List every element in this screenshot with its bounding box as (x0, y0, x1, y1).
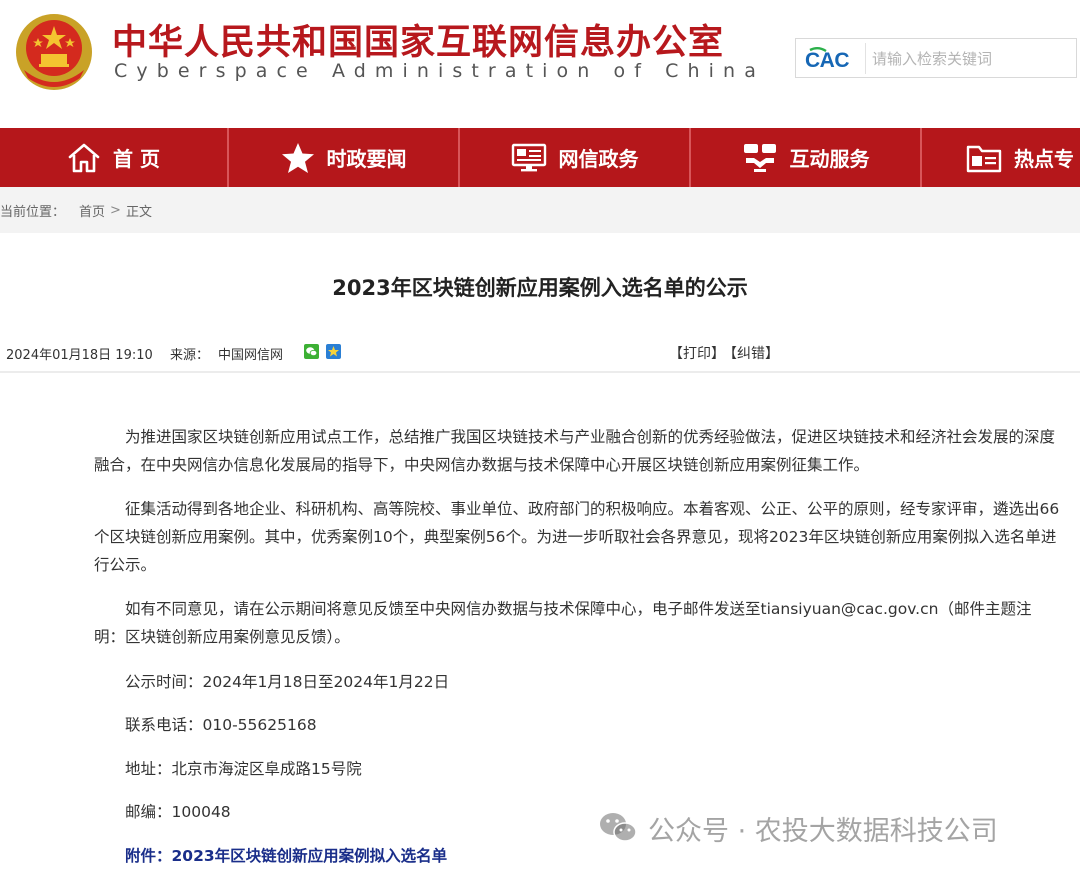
search-input[interactable] (870, 41, 1074, 77)
contact-address: 地址：北京市海淀区阜成路15号院 (125, 760, 362, 778)
main-nav: 首 页 时政要闻 网信政务 互动服务 热点专 (0, 128, 1080, 187)
article-meta: 2024年01月18日 19:10 来源： 中国网信网 【打印】 【纠错】 (6, 340, 1080, 364)
site-title-cn[interactable]: 中华人民共和国国家互联网信息办公室 (112, 14, 724, 65)
source-value: 中国网信网 (218, 348, 284, 363)
source-label: 来源： (170, 348, 210, 363)
breadcrumb-prefix: 当前位置： (0, 204, 66, 220)
nav-label: 首 页 (113, 147, 160, 171)
correction-link[interactable]: 【纠错】 (723, 343, 779, 363)
nav-label: 时政要闻 (326, 147, 407, 171)
paragraph: 如有不同意见，请在公示期间将意见反馈至中央网信办数据与技术保障中心，电子邮件发送… (94, 600, 1032, 646)
postcode: 邮编：100048 (125, 803, 231, 821)
site-title-en: Cyberspace Administration of China (114, 60, 765, 82)
watermark: 公众号 · 农投大数据科技公司 (598, 808, 998, 848)
breadcrumb: 当前位置： 首页 > 正文 (0, 187, 1080, 233)
nav-item-interactive-services[interactable]: 互动服务 (691, 128, 922, 187)
nav-item-government-affairs[interactable]: 网信政务 (460, 128, 691, 187)
cac-logo-text: CAC (805, 49, 849, 71)
nav-label: 网信政务 (558, 147, 639, 171)
attachment-link[interactable]: 附件：2023年区块链创新应用案例拟入选名单 (125, 842, 447, 870)
nav-item-hot-topics[interactable]: 热点专 (922, 128, 1080, 187)
search-divider (865, 43, 866, 74)
print-link[interactable]: 【打印】 (669, 343, 725, 363)
favorite-share-icon[interactable] (326, 344, 341, 359)
nav-label: 热点专 (1014, 147, 1074, 171)
publicity-time: 公示时间：2024年1月18日至2024年1月22日 (125, 673, 450, 691)
national-emblem-icon[interactable] (14, 12, 94, 92)
breadcrumb-current: 正文 (125, 204, 152, 220)
search-box: CAC (795, 38, 1077, 78)
folder-icon (966, 145, 1002, 172)
screen-icon (511, 143, 546, 171)
cac-logo-icon: CAC (805, 47, 850, 71)
nav-label: 互动服务 (789, 147, 870, 171)
breadcrumb-separator: > (110, 202, 121, 218)
handshake-icon (743, 143, 776, 172)
breadcrumb-home-link[interactable]: 首页 (79, 201, 105, 220)
nav-item-home[interactable]: 首 页 (0, 128, 229, 187)
watermark-text: 公众号 · 农投大数据科技公司 (648, 815, 998, 847)
wechat-icon (600, 813, 637, 842)
nav-item-politics-news[interactable]: 时政要闻 (229, 128, 460, 187)
paragraph: 征集活动得到各地企业、科研机构、高等院校、事业单位、政府部门的积极响应。本着客观… (94, 500, 1060, 574)
home-icon (68, 143, 100, 172)
article-title: 2023年区块链创新应用案例入选名单的公示 (332, 276, 748, 300)
star-icon (281, 142, 314, 173)
contact-phone: 联系电话：010-55625168 (125, 716, 317, 734)
paragraph: 为推进国家区块链创新应用试点工作，总结推广我国区块链技术与产业融合创新的优秀经验… (94, 428, 1056, 474)
site-header: 中华人民共和国国家互联网信息办公室 Cyberspace Administrat… (0, 0, 1080, 128)
wechat-share-icon[interactable] (304, 344, 319, 359)
meta-divider (0, 371, 1080, 373)
publish-date: 2024年01月18日 19:10 (6, 348, 153, 363)
